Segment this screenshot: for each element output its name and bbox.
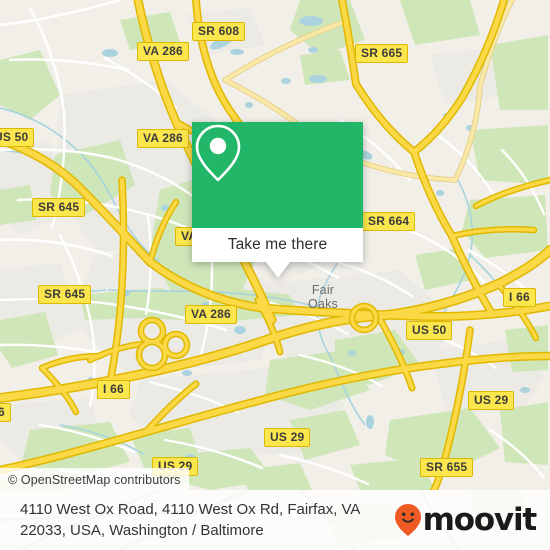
place-label-line1: Fair	[311, 283, 335, 297]
road-shield-label: US 29	[474, 393, 509, 407]
road-shield: VA 286	[137, 129, 189, 148]
road-shield: I 66	[0, 403, 11, 422]
road-shield-label: US 29	[270, 430, 305, 444]
road-shield: SR 645	[38, 285, 92, 304]
road-shield: SR 608	[192, 22, 246, 41]
road-shield: SR 655	[420, 458, 474, 477]
road-shield: SR 645	[32, 198, 86, 217]
road-shield-label: SR 645	[44, 287, 86, 301]
road-shield-label: VA 286	[191, 307, 231, 321]
road-shield: SR 665	[355, 44, 409, 63]
road-shield-label: I 66	[0, 405, 5, 419]
address-line-1: 4110 West Ox Road, 4110 West Ox Rd, Fair…	[20, 501, 361, 518]
road-shield: US 29	[264, 428, 311, 447]
address-text: 4110 West Ox Road, 4110 West Ox Rd, Fair…	[20, 499, 395, 541]
road-shield-label: I 66	[103, 382, 124, 396]
location-popup-card[interactable]: Take me there	[192, 122, 363, 278]
road-shield: I 66	[97, 380, 130, 399]
road-shield-label: SR 655	[426, 460, 468, 474]
popup-pointer-tail	[265, 262, 290, 278]
road-shield-label: VA 286	[143, 44, 183, 58]
bottom-info-bar: 4110 West Ox Road, 4110 West Ox Rd, Fair…	[0, 490, 550, 550]
moovit-logo[interactable]: moovit	[394, 501, 538, 538]
take-me-there-label: Take me there	[227, 236, 328, 253]
map-canvas[interactable]: Fair Oaks VA 286 SR 608 SR 665 US 50 VA 286 S…	[0, 0, 550, 490]
road-shield-label: SR 665	[361, 46, 403, 60]
moovit-wordmark: moovit	[422, 501, 538, 538]
road-shield: I 66	[503, 288, 536, 307]
road-shield: VA 286	[185, 305, 237, 324]
moovit-pin-icon	[394, 504, 421, 536]
popup-icon-area	[192, 122, 363, 228]
road-shield-label: SR 645	[38, 200, 80, 214]
osm-attribution: © OpenStreetMap contributors	[0, 468, 189, 490]
road-shield-label: VA 286	[143, 131, 183, 145]
road-shield-label: SR 664	[368, 214, 410, 228]
map-pin-icon	[195, 124, 241, 182]
road-shield-label: I 66	[509, 290, 530, 304]
road-shield: VA 286	[137, 42, 189, 61]
place-label-fair-oaks: Fair Oaks	[300, 283, 346, 311]
road-shield: US 50	[406, 321, 453, 340]
road-shield: US 29	[468, 391, 515, 410]
popup-cta-area[interactable]: Take me there	[192, 228, 363, 262]
road-shield: SR 664	[362, 212, 416, 231]
moovit-map-page: Fair Oaks VA 286 SR 608 SR 665 US 50 VA 286 S…	[0, 0, 550, 550]
address-line-2: 22033, USA, Washington / Baltimore	[20, 522, 264, 539]
road-shield-label: US 50	[0, 130, 29, 144]
road-shield-label: US 50	[412, 323, 447, 337]
road-shield-label: SR 608	[198, 24, 240, 38]
place-label-line2: Oaks	[308, 297, 338, 311]
road-shield: US 50	[0, 128, 35, 147]
